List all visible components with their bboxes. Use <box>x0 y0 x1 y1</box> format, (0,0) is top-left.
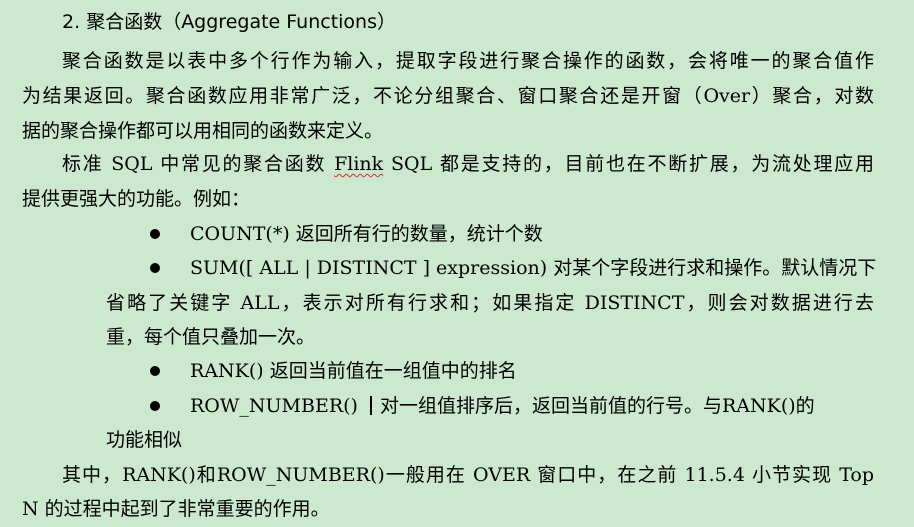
bullet-rownumber-desc: 对一组值排序后，返回当前值的行号。与RANK()的 <box>379 395 815 417</box>
bullet-sum-line1: SUM([ ALL | DISTINCT ] expression) 对某个字段… <box>190 257 877 279</box>
bullet-count-line1: COUNT(*) 返回所有行的数量，统计个数 <box>190 223 543 245</box>
paragraph2-line2: 提供更强大的功能。例如： <box>22 188 251 210</box>
text-cursor <box>369 396 372 415</box>
bullet-dot-icon <box>150 366 160 376</box>
paragraph2-text-after: SQL 都是支持的，目前也在不断扩展，为流处理应用 <box>383 153 874 175</box>
document-page: 2. 聚合函数（Aggregate Functions） 聚合函数是以表中多个行… <box>0 0 914 527</box>
bullet-sum-line3: 重，每个值只叠加一次。 <box>106 326 316 348</box>
bullet-rownumber-line1: ROW_NUMBER() 对一组值排序后，返回当前值的行号。与RANK()的 <box>190 393 815 419</box>
bullet-rownumber-line2: 功能相似 <box>106 429 183 451</box>
section-heading: 2. 聚合函数（Aggregate Functions） <box>62 9 396 35</box>
paragraph3-line2: N 的过程中起到了非常重要的作用。 <box>22 498 330 520</box>
section-title: 聚合函数（Aggregate Functions） <box>86 11 396 33</box>
bullet-sum-line2: 省略了关键字 ALL，表示对所有行求和；如果指定 DISTINCT，则会对数据进… <box>106 292 874 314</box>
paragraph1-line2: 为结果返回。聚合函数应用非常广泛，不论分组聚合、窗口聚合还是开窗（Over）聚合… <box>22 85 874 107</box>
spellcheck-flagged-word: Flink <box>334 153 384 175</box>
bullet-dot-icon <box>150 229 160 239</box>
bullet-rownumber-term: ROW_NUMBER() <box>190 395 358 417</box>
bullet-rank-line1: RANK() 返回当前值在一组值中的排名 <box>190 360 517 382</box>
bullet-dot-icon <box>150 401 160 411</box>
paragraph1-line1: 聚合函数是以表中多个行作为输入，提取字段进行聚合操作的函数，会将唯一的聚合值作 <box>62 50 874 72</box>
bullet-dot-icon <box>150 263 160 273</box>
paragraph2-text-before: 标准 SQL 中常见的聚合函数 <box>62 153 335 175</box>
section-number: 2. <box>62 11 81 33</box>
paragraph2-line1: 标准 SQL 中常见的聚合函数 Flink SQL 都是支持的，目前也在不断扩展… <box>62 151 874 177</box>
paragraph3-line1: 其中，RANK()和ROW_NUMBER()一般用在 OVER 窗口中，在之前 … <box>62 464 874 486</box>
paragraph1-line3: 据的聚合操作都可以用相同的函数来定义。 <box>22 120 384 142</box>
